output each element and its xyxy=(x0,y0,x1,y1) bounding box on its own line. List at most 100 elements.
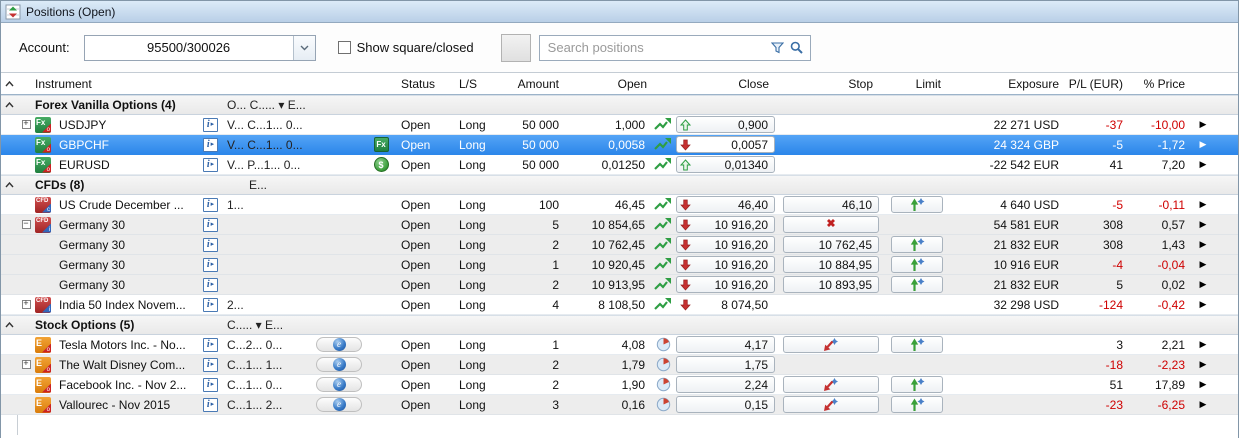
account-select[interactable]: 95500/300026 xyxy=(83,34,316,61)
stop-order-box[interactable] xyxy=(783,376,879,393)
row-detail-arrow-icon[interactable]: ▶ xyxy=(1200,299,1207,310)
row-detail-arrow[interactable]: ▶ xyxy=(1191,219,1215,230)
column-header-stop[interactable]: Stop xyxy=(781,77,885,91)
close-price-box[interactable]: 10 916,20 xyxy=(676,276,775,293)
column-header-open[interactable]: Open xyxy=(565,77,651,91)
position-row[interactable]: Fx o EURUSD i ▸ V... P...1... 0... $ Open Long 50… xyxy=(1,155,1238,175)
row-detail-arrow-icon[interactable]: ▶ xyxy=(1200,359,1207,370)
close-price-box[interactable]: 0,0057 xyxy=(676,136,775,153)
exercise-button[interactable]: e xyxy=(309,377,369,392)
column-header-exposure[interactable]: Exposure xyxy=(953,77,1065,91)
info-icon[interactable]: i ▸ xyxy=(203,377,218,392)
toolbar-blank-button[interactable] xyxy=(500,33,531,62)
info-button[interactable]: i ▸ xyxy=(203,157,227,172)
info-icon[interactable]: i ▸ xyxy=(203,137,218,152)
row-detail-arrow-icon[interactable]: ▶ xyxy=(1200,279,1207,290)
search-icon[interactable] xyxy=(790,41,803,54)
info-button[interactable]: i ▸ xyxy=(203,117,227,132)
row-detail-arrow[interactable]: ▶ xyxy=(1191,299,1215,310)
close-price-box[interactable]: 4,17 xyxy=(676,336,775,353)
info-icon[interactable]: i ▸ xyxy=(203,117,218,132)
position-row[interactable]: + CFD i India 50 Index Novem... i ▸ 2... Open Lo… xyxy=(1,295,1238,315)
info-button[interactable]: i ▸ xyxy=(203,297,227,312)
exercise-button[interactable]: e xyxy=(309,397,369,412)
column-header-pl[interactable]: P/L (EUR) xyxy=(1065,77,1129,91)
position-row[interactable]: − CFD i Germany 30 i ▸ Open Long 5 10 854,65 10 91… xyxy=(1,215,1238,235)
stop-order-box[interactable] xyxy=(783,336,879,353)
position-row[interactable]: + Eo The Walt Disney Com... i ▸ C...1... 1...… xyxy=(1,355,1238,375)
column-header-instrument[interactable]: Instrument xyxy=(17,77,203,91)
exercise-button[interactable]: e xyxy=(309,357,369,372)
exercise-button[interactable]: e xyxy=(309,337,369,352)
position-row[interactable]: Fx o GBPCHF i ▸ V... C...1... 0... Fx Open Long 5… xyxy=(1,135,1238,155)
row-expander[interactable]: − xyxy=(17,220,35,229)
info-button[interactable]: i ▸ xyxy=(203,217,227,232)
info-icon[interactable]: i ▸ xyxy=(203,277,218,292)
column-header-amount[interactable]: Amount xyxy=(497,77,565,91)
row-detail-arrow-icon[interactable]: ▶ xyxy=(1200,159,1207,170)
position-row[interactable]: Germany 30 i ▸ Open Long 2 10 913,95 10 916,20 1… xyxy=(1,275,1238,295)
limit-order-box[interactable] xyxy=(891,376,943,393)
stop-order-box[interactable]: ✖ xyxy=(783,216,879,233)
close-price-box[interactable]: 46,40 xyxy=(676,196,775,213)
row-detail-arrow[interactable]: ▶ xyxy=(1191,119,1215,130)
row-detail-arrow[interactable]: ▶ xyxy=(1191,399,1215,410)
row-detail-arrow[interactable]: ▶ xyxy=(1191,339,1215,350)
close-price-box[interactable]: 1,75 xyxy=(676,356,775,373)
column-header-status[interactable]: Status xyxy=(393,77,449,91)
expand-plus-icon[interactable]: + xyxy=(21,360,31,369)
info-icon[interactable]: i ▸ xyxy=(203,217,218,232)
row-detail-arrow[interactable]: ▶ xyxy=(1191,259,1215,270)
column-header-pct[interactable]: % Price xyxy=(1129,77,1191,91)
expand-plus-icon[interactable]: + xyxy=(21,120,31,129)
position-row[interactable]: CFD c US Crude December ... i ▸ 1... Open Long 1… xyxy=(1,195,1238,215)
row-detail-arrow[interactable]: ▶ xyxy=(1191,379,1215,390)
stop-order-box[interactable]: 10 762,45 xyxy=(783,236,879,253)
row-detail-arrow-icon[interactable]: ▶ xyxy=(1200,399,1207,410)
info-button[interactable]: i ▸ xyxy=(203,377,227,392)
title-bar[interactable]: Positions (Open) xyxy=(1,1,1238,23)
column-header-limit[interactable]: Limit xyxy=(885,77,953,91)
group-collapse-caret[interactable] xyxy=(1,102,17,108)
exercise-button-pill[interactable]: e xyxy=(316,357,362,372)
info-button[interactable]: i ▸ xyxy=(203,337,227,352)
row-detail-arrow[interactable]: ▶ xyxy=(1191,239,1215,250)
limit-order-box[interactable] xyxy=(891,336,943,353)
close-price-box[interactable]: 10 916,20 xyxy=(676,236,775,253)
position-row[interactable]: Eo Facebook Inc. - Nov 2... i ▸ C...1... 0..… xyxy=(1,375,1238,395)
stop-order-box[interactable] xyxy=(783,396,879,413)
group-row[interactable]: Forex Vanilla Options (4) O... C..... ▾ E… xyxy=(1,95,1238,115)
close-price-box[interactable]: 10 916,20 xyxy=(676,216,775,233)
info-icon[interactable]: i ▸ xyxy=(203,157,218,172)
column-header-ls[interactable]: L/S xyxy=(449,77,497,91)
row-expander[interactable]: + xyxy=(17,360,35,369)
info-icon[interactable]: i ▸ xyxy=(203,297,218,312)
stop-order-box[interactable]: 46,10 xyxy=(783,196,879,213)
row-expander[interactable]: + xyxy=(17,120,35,129)
position-row[interactable]: Germany 30 i ▸ Open Long 2 10 762,45 10 916,20 1… xyxy=(1,235,1238,255)
info-icon[interactable]: i ▸ xyxy=(203,197,218,212)
row-detail-arrow-icon[interactable]: ▶ xyxy=(1200,239,1207,250)
info-button[interactable]: i ▸ xyxy=(203,137,227,152)
row-expander[interactable]: + xyxy=(17,300,35,309)
position-row[interactable]: + Fx o USDJPY i ▸ V... C...1... 0... Open Long 50… xyxy=(1,115,1238,135)
info-icon[interactable]: i ▸ xyxy=(203,337,218,352)
info-icon[interactable]: i ▸ xyxy=(203,257,218,272)
info-button[interactable]: i ▸ xyxy=(203,197,227,212)
info-icon[interactable]: i ▸ xyxy=(203,397,218,412)
close-price-box[interactable]: 10 916,20 xyxy=(676,256,775,273)
info-icon[interactable]: i ▸ xyxy=(203,237,218,252)
limit-order-box[interactable] xyxy=(891,276,943,293)
expand-plus-icon[interactable]: + xyxy=(21,300,31,309)
info-button[interactable]: i ▸ xyxy=(203,237,227,252)
limit-order-box[interactable] xyxy=(891,256,943,273)
row-detail-arrow[interactable]: ▶ xyxy=(1191,359,1215,370)
info-button[interactable]: i ▸ xyxy=(203,277,227,292)
filter-funnel-icon[interactable] xyxy=(770,41,784,54)
search-input[interactable] xyxy=(539,35,771,60)
group-row[interactable]: Stock Options (5) C..... ▾ E... xyxy=(1,315,1238,335)
close-price-box[interactable]: 2,24 xyxy=(676,376,775,393)
stop-order-box[interactable]: 10 884,95 xyxy=(783,256,879,273)
limit-order-box[interactable] xyxy=(891,196,943,213)
row-detail-arrow-icon[interactable]: ▶ xyxy=(1200,139,1207,150)
